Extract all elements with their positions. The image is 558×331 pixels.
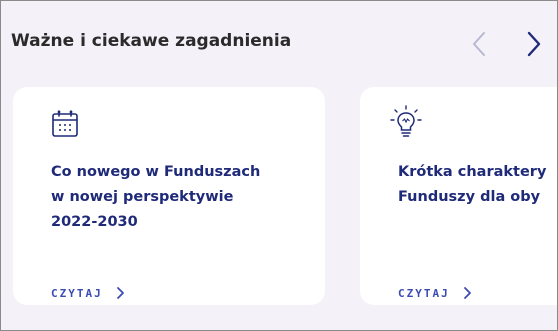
read-link-label: CZYTAJ <box>398 286 450 300</box>
chevron-left-icon <box>473 32 485 56</box>
read-link[interactable]: CZYTAJ <box>51 286 125 300</box>
cards-carousel: Co nowego w Funduszach w nowej perspekty… <box>13 87 557 305</box>
carousel-prev-button[interactable] <box>466 27 494 61</box>
chevron-right-icon <box>527 31 541 57</box>
content-section: Ważne i ciekawe zagadnienia Co nowego w … <box>0 0 558 331</box>
card-title-line: w nowej perspektywie <box>51 189 234 205</box>
section-header: Ważne i ciekawe zagadnienia <box>1 1 557 89</box>
card-title[interactable]: Krótka charaktery Funduszy dla oby <box>398 160 557 210</box>
section-title: Ważne i ciekawe zagadnienia <box>11 31 292 51</box>
article-card[interactable]: Co nowego w Funduszach w nowej perspekty… <box>13 87 325 305</box>
card-title-line: Krótka charaktery <box>398 164 547 180</box>
calendar-icon <box>51 109 79 139</box>
card-title-line: Co nowego w Funduszach <box>51 164 261 180</box>
read-link-label: CZYTAJ <box>51 286 103 300</box>
read-link[interactable]: CZYTAJ <box>398 286 472 300</box>
card-title-line: Funduszy dla oby <box>398 189 541 205</box>
article-card[interactable]: Krótka charaktery Funduszy dla oby CZYTA… <box>360 87 557 305</box>
chevron-right-icon <box>463 287 471 299</box>
card-title[interactable]: Co nowego w Funduszach w nowej perspekty… <box>51 160 301 235</box>
carousel-next-button[interactable] <box>519 27 547 61</box>
lightbulb-icon <box>390 105 422 141</box>
chevron-right-icon <box>116 287 124 299</box>
card-title-line: 2022-2030 <box>51 214 138 230</box>
